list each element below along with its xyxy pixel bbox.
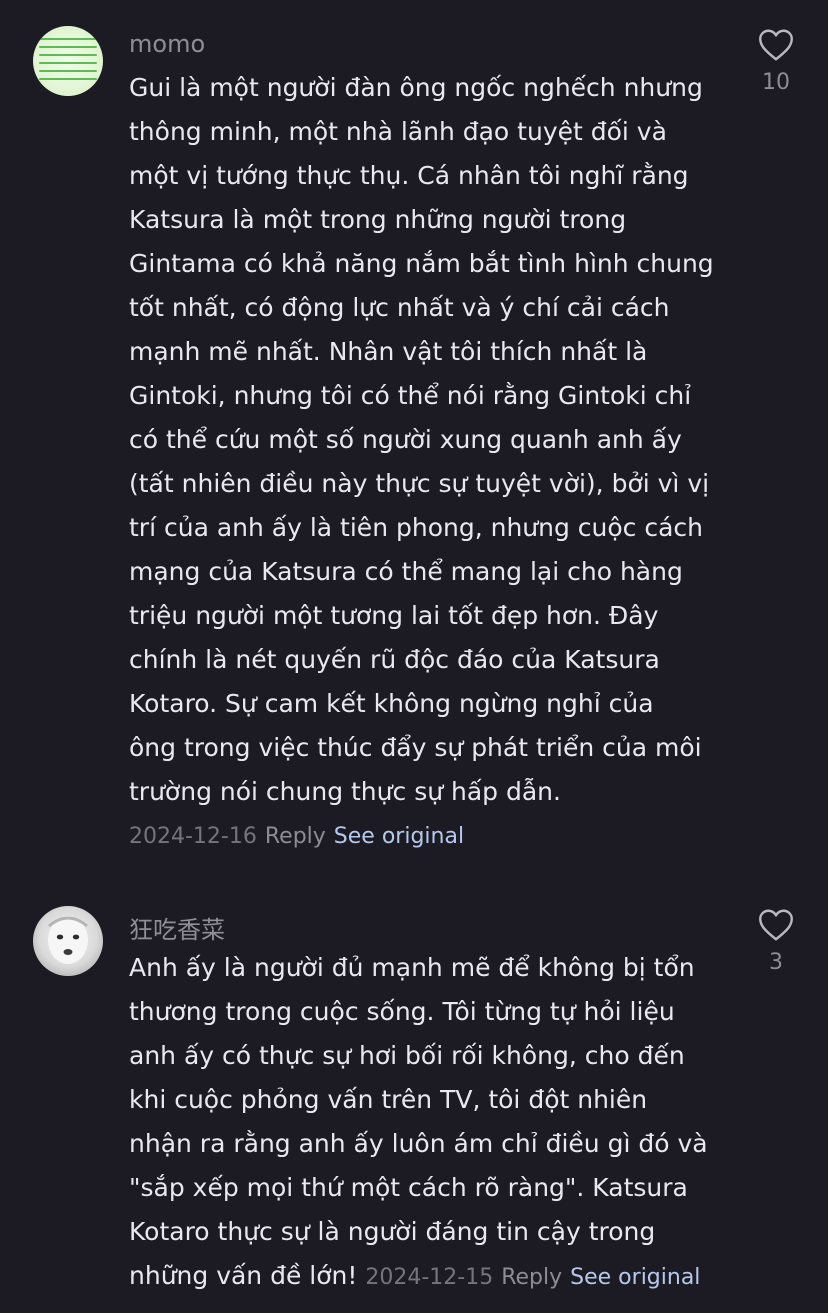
comment-text-line: nhận ra rằng anh ấy luôn ám chỉ điều gì …	[129, 1129, 708, 1158]
comment-date: 2024-12-15	[365, 1265, 494, 1290]
comment-text-line: ông trong việc thúc đẩy sự phát triển củ…	[129, 733, 702, 762]
comment-text-line: tốt nhất, có động lực nhất và ý chí cải …	[129, 293, 670, 322]
see-original-link[interactable]: See original	[334, 824, 464, 849]
comment-text-line: những vấn đề lớn!	[129, 1261, 358, 1290]
comment-date: 2024-12-16	[129, 824, 257, 849]
like-count: 3	[769, 950, 783, 975]
comment-text-line: thông minh, một nhà lãnh đạo tuyệt đối v…	[129, 117, 667, 146]
heart-outline-icon[interactable]	[758, 908, 794, 942]
comment-text-line: khi cuộc phỏng vấn trên TV, tôi đột nhiê…	[129, 1085, 648, 1114]
comment-text-line: một vị tướng thực thụ. Cá nhân tôi nghĩ …	[129, 161, 689, 190]
comment-text-line: có thể cứu một số người xung quanh anh ấ…	[129, 425, 682, 454]
comment-text-line: Kotaro. Sự cam kết không ngừng nghỉ của	[129, 689, 654, 718]
comment-text-line: Katsura là một trong những người trong	[129, 205, 627, 234]
comment-text-line: trường nói chung thực sự hấp dẫn.	[129, 777, 561, 806]
comment-text: Anh ấy là người đủ mạnh mẽ để không bị t…	[129, 946, 729, 1298]
comment-text-line: triệu người một tương lai tốt đẹp hơn. Đ…	[129, 601, 659, 630]
comment-meta: 2024-12-15 Reply See original	[365, 1265, 700, 1290]
comment-text-line: thương trong cuộc sống. Tôi từng tự hỏi …	[129, 997, 675, 1026]
face-icon	[48, 916, 88, 964]
comment-text-line: chính là nét quyến rũ độc đáo của Katsur…	[129, 645, 660, 674]
comment-text-line: trí của anh ấy là tiên phong, nhưng cuộc…	[129, 513, 704, 542]
reply-button[interactable]: Reply	[265, 824, 326, 849]
avatar[interactable]	[33, 26, 103, 96]
like-button[interactable]: 3	[752, 908, 800, 975]
comment-text: Gui là một người đàn ông ngốc nghếch như…	[129, 66, 729, 814]
comment-text-line: Gintoki, nhưng tôi có thể nói rằng Ginto…	[129, 381, 692, 410]
comment-meta: 2024-12-16 Reply See original	[129, 824, 464, 849]
comment-text-line: Gui là một người đàn ông ngốc nghếch như…	[129, 73, 703, 102]
username[interactable]: momo	[129, 30, 205, 58]
avatar[interactable]	[33, 906, 103, 976]
comment-text-line: (tất nhiên điều này thực sự tuyệt vời), …	[129, 469, 710, 498]
comment-text-line: Anh ấy là người đủ mạnh mẽ để không bị t…	[129, 953, 695, 982]
comment-text-line: mạng của Katsura có thể mang lại cho hàn…	[129, 557, 683, 586]
username[interactable]: 狂吃香菜	[129, 910, 225, 945]
comment-text-line: Gintama có khả năng nắm bắt tình hình ch…	[129, 249, 714, 278]
comment-text-line: mạnh mẽ nhất. Nhân vật tôi thích nhất là	[129, 337, 648, 366]
comment-text-line: Kotaro thực sự là người đáng tin cậy tro…	[129, 1217, 656, 1246]
reply-button[interactable]: Reply	[501, 1265, 562, 1290]
comment-text-line: "sắp xếp mọi thứ một cách rõ ràng". Kats…	[129, 1173, 688, 1202]
comment-text-line-with-meta: những vấn đề lớn! 2024-12-15 Reply See ori…	[129, 1254, 729, 1298]
like-button[interactable]: 10	[752, 28, 800, 95]
heart-outline-icon[interactable]	[758, 28, 794, 62]
like-count: 10	[762, 70, 790, 95]
comment-text-line: anh ấy có thực sự hơi bối rối không, cho…	[129, 1041, 685, 1070]
see-original-link[interactable]: See original	[570, 1265, 700, 1290]
